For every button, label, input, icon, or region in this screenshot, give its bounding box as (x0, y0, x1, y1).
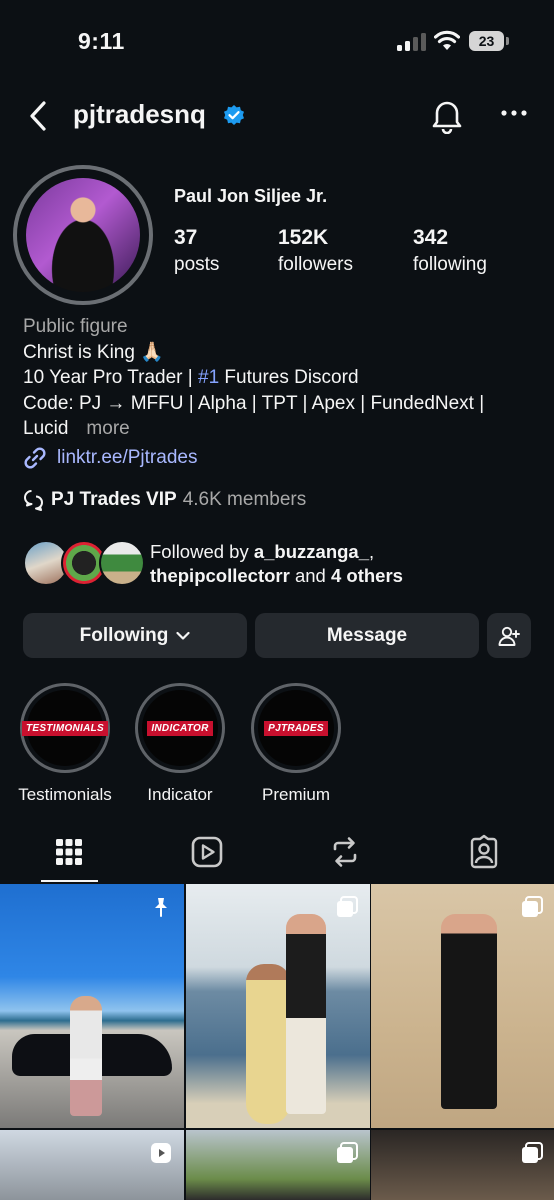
profile-header: pjtradesnq (0, 90, 554, 142)
highlight-cover-logo: TESTIMONIALS (21, 720, 109, 736)
profile-bio: Public figure Christ is King 🙏🏻 10 Year … (23, 314, 533, 442)
bio-text: 10 Year Pro Trader | (23, 367, 198, 388)
broadcast-channel[interactable]: PJ Trades VIP 4.6K members (23, 489, 306, 511)
person-image (70, 996, 102, 1116)
message-button[interactable]: Message (255, 613, 479, 658)
mutual-username: thepipcollectorr (150, 565, 290, 586)
notification-bell-icon[interactable] (430, 98, 464, 134)
bio-hashtag[interactable]: #1 (198, 367, 219, 388)
more-options-icon[interactable] (500, 108, 528, 118)
posts-count: 37 (174, 226, 198, 249)
carousel-icon (337, 1142, 358, 1163)
highlight-ring: TESTIMONIALS (20, 683, 110, 773)
following-label: following (413, 254, 487, 275)
highlight-ring: PJTRADES (251, 683, 341, 773)
highlight-cover: PJTRADES (258, 690, 334, 766)
highlight-label: Indicator (147, 785, 213, 804)
mutual-follower-avatar (99, 540, 145, 586)
separator: , (369, 541, 375, 562)
followed-by-prefix: Followed by (150, 541, 254, 562)
following-count: 342 (413, 226, 449, 249)
profile-link[interactable]: linktr.ee/Pjtrades (23, 446, 197, 470)
stat-posts[interactable]: 37 posts (174, 226, 219, 276)
chevron-down-icon (176, 631, 190, 640)
bio-line: Lucid more (23, 416, 533, 442)
profile-username: pjtradesnq (73, 99, 206, 129)
person-image (286, 914, 326, 1114)
mutual-followers[interactable]: Followed by a_buzzanga_, thepipcollector… (23, 538, 543, 590)
suggested-users-button[interactable] (487, 613, 531, 658)
highlight-cover: INDICATOR (142, 690, 218, 766)
story-highlight-indicator[interactable]: INDICATOR Indicator (125, 683, 235, 805)
posts-grid (0, 884, 554, 1200)
profile-avatar-ring[interactable] (13, 165, 153, 305)
carousel-icon (337, 896, 358, 917)
post-thumbnail[interactable] (0, 884, 184, 1128)
channel-icon (24, 490, 43, 511)
reels-icon[interactable] (189, 834, 225, 870)
status-bar: 9:11 23 (0, 0, 554, 86)
stat-followers[interactable]: 152K followers (278, 226, 353, 276)
status-time: 9:11 (78, 28, 125, 54)
battery-level: 23 (478, 33, 495, 49)
following-button[interactable]: Following (23, 613, 247, 658)
post-thumbnail[interactable] (371, 1130, 554, 1200)
cellular-signal-icon (397, 33, 426, 51)
story-highlight-testimonials[interactable]: TESTIMONIALS Testimonials (10, 683, 120, 805)
and-text: and (289, 565, 331, 586)
post-thumbnail[interactable] (0, 1130, 184, 1200)
back-arrow-icon[interactable] (24, 100, 54, 132)
profile-link-text: linktr.ee/Pjtrades (57, 447, 198, 468)
story-highlight-premium[interactable]: PJTRADES Premium (241, 683, 351, 805)
bio-line: Christ is King 🙏🏻 (23, 341, 164, 363)
bio-text: Futures Discord (219, 367, 359, 388)
post-thumbnail[interactable] (186, 1130, 370, 1200)
message-button-label: Message (326, 624, 408, 646)
profile-display-name: Paul Jon Siljee Jr. (174, 186, 328, 206)
reposts-icon[interactable] (327, 834, 363, 870)
highlight-ring: INDICATOR (135, 683, 225, 773)
active-tab-indicator (41, 880, 98, 882)
post-thumbnail[interactable] (186, 884, 370, 1128)
followers-count: 152K (278, 226, 329, 249)
highlight-cover-logo: INDICATOR (147, 720, 213, 736)
channel-members: 4.6K members (182, 489, 307, 510)
tagged-icon[interactable] (466, 834, 502, 870)
bio-line: Code: PJ → MFFU | Alpha | TPT | Apex | F… (23, 392, 485, 414)
wifi-icon (434, 30, 460, 50)
highlight-label: Testimonials (18, 785, 112, 804)
battery-icon: 23 (469, 31, 509, 51)
post-thumbnail[interactable] (371, 884, 554, 1128)
grid-icon[interactable] (51, 834, 87, 870)
carousel-icon (522, 1142, 543, 1163)
bio-text: Lucid (23, 418, 69, 439)
carousel-icon (522, 896, 543, 917)
mutual-username: a_buzzanga_ (253, 541, 370, 562)
link-icon (24, 447, 46, 469)
profile-category: Public figure (23, 316, 128, 337)
stat-following[interactable]: 342 following (413, 226, 487, 276)
person-image (246, 964, 290, 1124)
followers-label: followers (278, 254, 353, 275)
reel-icon (151, 1143, 171, 1163)
pin-icon (155, 898, 167, 917)
highlight-label: Premium (261, 785, 330, 804)
posts-label: posts (174, 254, 220, 275)
bio-line: 10 Year Pro Trader | #1 Futures Discord (23, 365, 533, 391)
verified-badge-icon (224, 105, 244, 125)
profile-tabs (0, 830, 554, 884)
add-user-icon (498, 626, 520, 646)
channel-name: PJ Trades VIP (51, 489, 177, 510)
profile-avatar (26, 178, 140, 292)
highlight-cover-logo: PJTRADES (264, 720, 328, 736)
following-button-label: Following (79, 624, 169, 646)
bio-more-button[interactable]: more (86, 418, 129, 439)
person-image (441, 914, 497, 1109)
highlight-cover: TESTIMONIALS (21, 690, 109, 766)
mutual-followers-text: Followed by a_buzzanga_, thepipcollector… (150, 540, 403, 588)
mutual-others: 4 others (330, 565, 403, 586)
